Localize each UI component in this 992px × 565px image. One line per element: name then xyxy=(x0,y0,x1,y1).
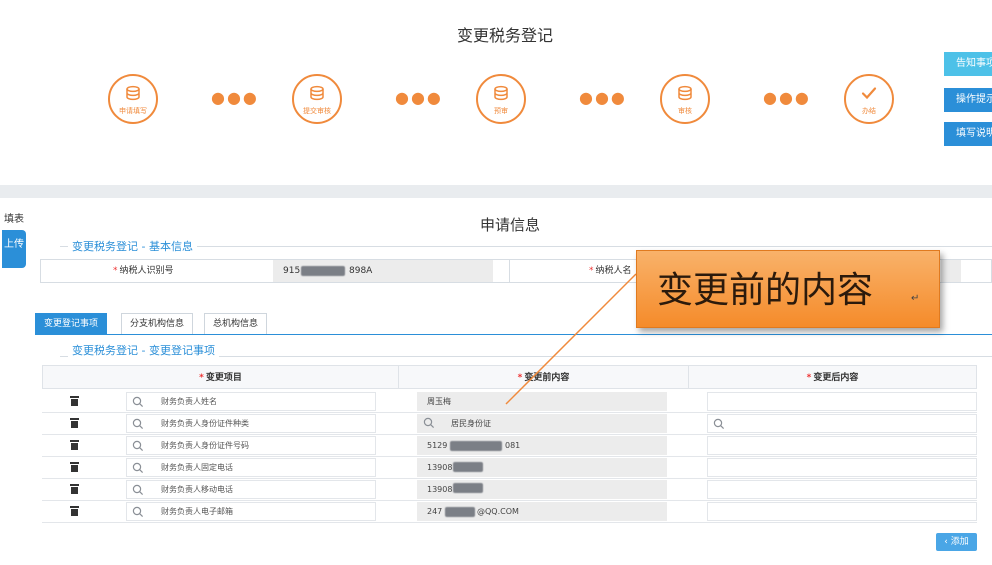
trash-icon[interactable] xyxy=(70,506,79,516)
trash-icon[interactable] xyxy=(70,440,79,450)
redaction xyxy=(453,483,483,493)
step-apply[interactable]: 申请填写 xyxy=(108,74,158,124)
item-field[interactable]: 财务负责人移动电话 xyxy=(126,480,376,499)
step-review[interactable]: 审核 xyxy=(660,74,710,124)
after-value-field[interactable] xyxy=(707,392,977,411)
step-precheck[interactable]: 预审 xyxy=(476,74,526,124)
table-row: 财务负责人电子邮箱 247 @QQ.COM xyxy=(42,501,977,523)
search-icon[interactable] xyxy=(132,440,144,452)
return-mark: ↵ xyxy=(911,293,920,304)
search-icon[interactable] xyxy=(132,418,144,430)
step-submit[interactable]: 提交审核 xyxy=(292,74,342,124)
redaction xyxy=(453,462,483,472)
add-button[interactable]: ‹ 添加 xyxy=(936,533,977,551)
database-icon xyxy=(678,85,692,101)
table-row: 财务负责人身份证件号码 5129 081 xyxy=(42,435,977,457)
progress-panel: 变更税务登记 申请填写 ●●● 提交审核 ●●● 预审 ●●● 审核 ●●● 办… xyxy=(0,0,992,185)
item-field[interactable]: 财务负责人固定电话 xyxy=(126,458,376,477)
step-connector: ●●● xyxy=(579,88,627,107)
checkmark-icon xyxy=(861,87,877,100)
before-value-field: 5129 081 xyxy=(417,436,667,455)
item-field[interactable]: 财务负责人身份证件种类 xyxy=(126,414,376,433)
redaction xyxy=(445,507,475,517)
redaction xyxy=(450,441,502,451)
database-icon xyxy=(126,85,140,101)
fill-guide-button[interactable]: 填写说明 xyxy=(944,122,992,146)
search-icon[interactable] xyxy=(713,418,725,430)
column-header-item: * 变更项目 xyxy=(42,365,399,389)
before-value-field: 13908 xyxy=(417,458,667,477)
trash-icon[interactable] xyxy=(70,484,79,494)
basic-info-subtitle: 变更税务登记 - 基本信息 xyxy=(68,238,197,254)
divider xyxy=(60,246,992,247)
search-icon[interactable] xyxy=(132,396,144,408)
callout-text: 变更前的内容 xyxy=(657,270,874,311)
step-done[interactable]: 办结 xyxy=(844,74,894,124)
database-icon xyxy=(310,85,324,101)
tab-change-items[interactable]: 变更登记事项 xyxy=(35,313,108,335)
trash-icon[interactable] xyxy=(70,396,79,406)
callout-pointer xyxy=(505,273,637,405)
upload-tab[interactable]: 上传 xyxy=(2,230,26,268)
trash-icon[interactable] xyxy=(70,462,79,472)
after-value-field[interactable] xyxy=(707,480,977,499)
after-value-field[interactable] xyxy=(707,436,977,455)
table-row: 财务负责人身份证件种类 居民身份证 xyxy=(42,413,977,435)
step-label: 申请填写 xyxy=(119,107,147,115)
search-icon[interactable] xyxy=(132,506,144,518)
change-items-subtitle: 变更税务登记 - 变更登记事项 xyxy=(68,342,219,358)
step-connector: ●●● xyxy=(211,88,259,107)
column-header-after: * 变更后内容 xyxy=(688,365,977,389)
section-title: 申请信息 xyxy=(479,216,540,234)
database-icon xyxy=(494,85,508,101)
step-label: 提交审核 xyxy=(303,107,331,115)
step-label: 办结 xyxy=(862,107,876,115)
table-row: 财务负责人移动电话 13908 xyxy=(42,479,977,501)
tab-branch-info[interactable]: 分支机构信息 xyxy=(121,313,194,335)
page-title: 变更税务登记 xyxy=(456,26,553,45)
step-connector: ●●● xyxy=(395,88,443,107)
step-label: 审核 xyxy=(678,107,692,115)
redaction xyxy=(301,266,345,276)
item-field[interactable]: 财务负责人身份证件号码 xyxy=(126,436,376,455)
taxpayer-id-label: * 纳税人识别号 xyxy=(113,266,174,276)
table-row: 财务负责人固定电话 13908 xyxy=(42,457,977,479)
before-value-field: 247 @QQ.COM xyxy=(417,502,667,521)
item-field[interactable]: 财务负责人电子邮箱 xyxy=(126,502,376,521)
taxpayer-id-field: 915 898A xyxy=(273,260,493,282)
search-icon[interactable] xyxy=(132,484,144,496)
tab-head-office-info[interactable]: 总机构信息 xyxy=(204,313,268,335)
search-icon[interactable] xyxy=(132,462,144,474)
notice-button[interactable]: 告知事项 xyxy=(944,52,992,76)
search-icon xyxy=(423,417,435,429)
after-value-field[interactable] xyxy=(707,502,977,521)
after-value-field[interactable] xyxy=(707,458,977,477)
before-value-field: 13908 xyxy=(417,480,667,499)
callout-box: 变更前的内容 ↵ xyxy=(636,250,940,328)
item-field[interactable]: 财务负责人姓名 xyxy=(126,392,376,411)
tips-button[interactable]: 操作提示 xyxy=(944,88,992,112)
before-value-field: 居民身份证 xyxy=(417,414,667,433)
step-connector: ●●● xyxy=(763,88,811,107)
taxpayer-name-field xyxy=(941,260,961,282)
step-label: 预审 xyxy=(494,107,508,115)
trash-icon[interactable] xyxy=(70,418,79,428)
after-value-field[interactable] xyxy=(707,414,977,433)
